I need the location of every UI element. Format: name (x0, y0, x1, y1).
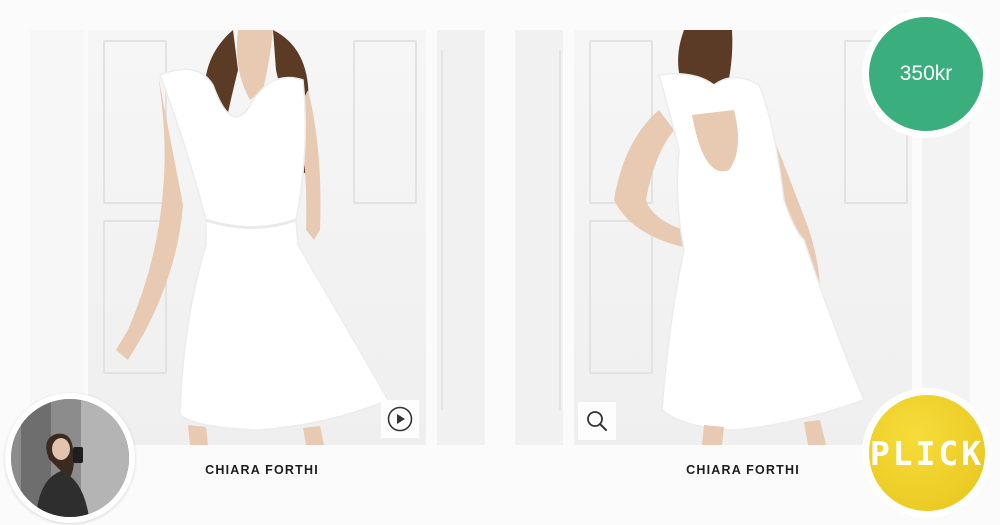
card-divider-left (437, 30, 485, 445)
play-icon (387, 406, 413, 432)
seller-avatar[interactable] (5, 393, 135, 523)
product-brand: CHIARA FORTHI (205, 463, 319, 477)
product-feed: CHIARA FORTHI CHIARA FORTHI 350kr PLICK (0, 0, 1000, 525)
plick-button[interactable]: PLICK (862, 388, 992, 518)
plick-label: PLICK (869, 395, 985, 511)
price-label: 350kr (869, 17, 983, 131)
zoom-button[interactable] (578, 402, 616, 440)
avatar (11, 399, 129, 517)
product-brand: CHIARA FORTHI (686, 463, 800, 477)
play-button[interactable] (381, 400, 419, 438)
avatar-photo (11, 399, 129, 517)
dress-front-illustration (116, 30, 390, 445)
search-icon (587, 411, 607, 431)
product-image[interactable] (574, 30, 912, 445)
prev-card-edge (30, 30, 85, 445)
product-image[interactable] (88, 30, 426, 445)
price-badge[interactable]: 350kr (862, 10, 990, 138)
card-divider-right (515, 30, 563, 445)
dress-back-illustration (614, 30, 866, 445)
